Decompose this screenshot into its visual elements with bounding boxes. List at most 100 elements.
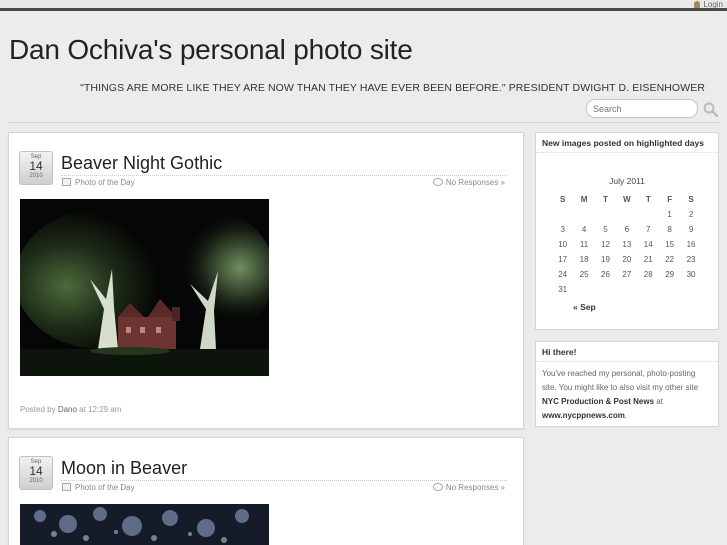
calendar-day: 31: [558, 285, 568, 294]
calendar-widget: New images posted on highlighted days Ju…: [535, 132, 719, 330]
date-day: 14: [29, 159, 43, 173]
calendar-day: 2: [688, 210, 694, 219]
intro-text: You've reached my personal, photo-postin…: [536, 362, 718, 428]
calendar-caption: July 2011: [609, 176, 645, 186]
byline-prefix: Posted by: [20, 405, 56, 414]
calendar-day: 5: [603, 225, 608, 234]
calendar-week: 10 11 12 13 14 15 16: [552, 237, 702, 252]
calendar-week: 3 4 5 6 7 8 9: [552, 222, 702, 237]
calendar-day: 12: [601, 240, 610, 249]
weekday: S: [688, 195, 694, 204]
calendar-day: [616, 282, 637, 297]
calendar-week: 31: [552, 282, 702, 297]
nycppnews-link[interactable]: www.nycppnews.com: [542, 411, 625, 420]
category-label[interactable]: Photo of the Day: [75, 483, 135, 492]
calendar-day: 11: [579, 240, 589, 249]
login-label[interactable]: Login: [703, 0, 723, 9]
calendar-week: 1 2: [552, 207, 702, 222]
date-badge: Sep 14 2010: [19, 151, 53, 185]
folder-icon: [62, 483, 71, 491]
login-link[interactable]: Login: [694, 0, 723, 10]
calendar-day: [573, 282, 594, 297]
post-time: at 12:29 am: [79, 405, 122, 414]
post-title[interactable]: Beaver Night Gothic: [61, 153, 222, 174]
calendar-day: [616, 207, 637, 222]
calendar-day: 19: [601, 255, 610, 264]
calendar-day: 27: [622, 270, 632, 279]
post-card: Sep 14 2010 Moon in Beaver Photo of the …: [8, 437, 524, 545]
calendar-day: 14: [643, 240, 653, 249]
weekday: M: [580, 195, 588, 204]
author-link[interactable]: Dano: [58, 405, 77, 414]
date-year: 2010: [29, 173, 43, 179]
responses-label[interactable]: No Responses »: [446, 483, 505, 492]
intro-widget: Hi there! You've reached my personal, ph…: [535, 341, 719, 427]
folder-icon: [62, 178, 71, 186]
intro-text-end: .: [624, 411, 628, 420]
calendar-day: 6: [624, 225, 630, 234]
night-house-image: [20, 199, 269, 376]
meta-divider: [61, 175, 507, 176]
post-title[interactable]: Moon in Beaver: [61, 458, 187, 479]
calendar-day: 20: [622, 255, 632, 264]
calendar-day: 4: [581, 225, 587, 234]
post-byline: Posted by Dano at 12:29 am: [20, 405, 121, 414]
post-card: Sep 14 2010 Beaver Night Gothic Photo of…: [8, 132, 524, 429]
calendar-day: [659, 282, 680, 297]
category-label[interactable]: Photo of the Day: [75, 178, 135, 187]
meta-divider: [61, 480, 507, 481]
calendar-day: 3: [560, 225, 565, 234]
calendar-week: 24 25 26 27 28 29 30: [552, 267, 702, 282]
calendar-day: [595, 207, 616, 222]
calendar-day: 16: [686, 240, 696, 249]
calendar-day: 10: [558, 240, 568, 249]
calendar-day: 26: [601, 270, 610, 279]
calendar-week: 17 18 19 20 21 22 23: [552, 252, 702, 267]
calendar-weekday-row: S M T W T F S: [552, 192, 702, 207]
responses-label[interactable]: No Responses »: [446, 178, 505, 187]
calendar-widget-title: New images posted on highlighted days: [536, 133, 718, 153]
calendar-day: 9: [688, 225, 694, 234]
nyc-production-link[interactable]: NYC Production & Post News: [542, 397, 654, 406]
weekday: T: [603, 195, 608, 204]
calendar-day: 25: [579, 270, 589, 279]
calendar-day: [638, 207, 659, 222]
site-title[interactable]: Dan Ochiva's personal photo site: [9, 34, 413, 66]
calendar-day: 24: [558, 270, 568, 279]
calendar-prev-link[interactable]: « Sep: [573, 302, 596, 312]
post-responses[interactable]: No Responses »: [432, 178, 505, 187]
post-responses[interactable]: No Responses »: [432, 483, 505, 492]
top-bar: Login: [0, 0, 727, 11]
calendar-day: 28: [643, 270, 653, 279]
calendar-day: 21: [643, 255, 653, 264]
calendar-day: 22: [665, 255, 675, 264]
comment-icon: [432, 483, 443, 491]
post-category[interactable]: Photo of the Day: [62, 483, 135, 492]
weekday: W: [623, 195, 631, 204]
calendar-day: 18: [579, 255, 589, 264]
search-input[interactable]: [586, 99, 698, 118]
calendar-day: 1: [667, 210, 672, 219]
weekday: T: [645, 195, 651, 204]
calendar-day: [680, 282, 701, 297]
calendar-day: 7: [646, 225, 651, 234]
date-year: 2010: [29, 478, 43, 484]
search-icon[interactable]: [703, 102, 718, 117]
post-photo[interactable]: [20, 199, 269, 376]
calendar-day: 29: [665, 270, 675, 279]
weekday: S: [560, 195, 566, 204]
date-badge: Sep 14 2010: [19, 456, 53, 490]
user-icon: [694, 1, 701, 8]
post-photo[interactable]: [20, 504, 269, 545]
calendar-day: [638, 282, 659, 297]
header-divider: [7, 122, 720, 123]
calendar-table: S M T W T F S 1 2 3 4 5 6 7 8 9 10 11 12…: [552, 192, 702, 297]
intro-text-body: You've reached my personal, photo-postin…: [542, 369, 699, 392]
calendar-day: 8: [667, 225, 672, 234]
calendar-day: 17: [558, 255, 568, 264]
moon-tree-image: [20, 504, 269, 545]
date-day: 14: [29, 464, 43, 478]
post-category[interactable]: Photo of the Day: [62, 178, 135, 187]
calendar-day: 13: [622, 240, 632, 249]
calendar-day: [552, 207, 573, 222]
